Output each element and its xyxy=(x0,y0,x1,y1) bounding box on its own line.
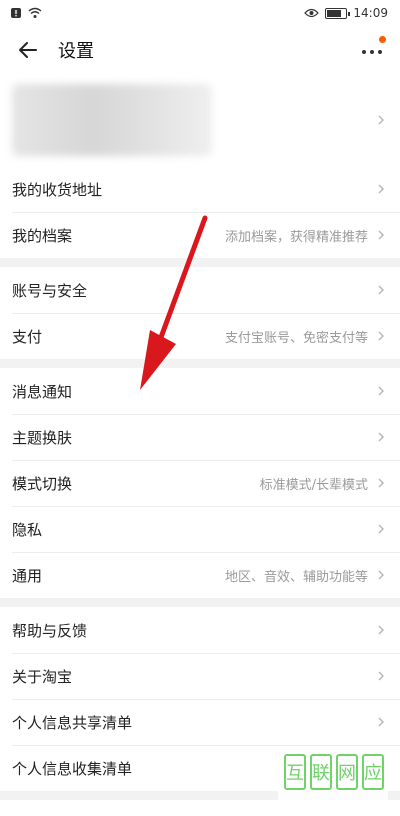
watermark-char: 互 xyxy=(284,754,306,790)
more-dot-icon xyxy=(362,50,366,54)
row-label: 账号与安全 xyxy=(12,281,88,300)
row-label: 关于淘宝 xyxy=(12,667,73,686)
status-bar: 14:09 xyxy=(0,0,400,26)
settings-row-info-sharing[interactable]: 个人信息共享清单 xyxy=(0,699,400,745)
watermark-char: 网 xyxy=(336,754,358,790)
row-label: 我的收货地址 xyxy=(12,180,103,199)
settings-row-address[interactable]: 我的收货地址 xyxy=(0,166,400,212)
preferences-group: 消息通知 主题换肤 模式切换 标准模式/长辈模式 隐私 通用 地区、音效、辅助功… xyxy=(0,368,400,598)
chevron-right-icon xyxy=(378,478,384,488)
settings-row-about[interactable]: 关于淘宝 xyxy=(0,653,400,699)
settings-row-profile[interactable]: 我的档案 添加档案，获得精准推荐 xyxy=(0,212,400,258)
row-hint: 标准模式/长辈模式 xyxy=(259,477,368,493)
arrow-left-icon xyxy=(19,42,37,58)
row-label: 通用 xyxy=(12,566,43,585)
row-label: 支付 xyxy=(12,327,43,346)
chevron-right-icon xyxy=(378,625,384,635)
back-button[interactable] xyxy=(14,36,42,64)
settings-row-privacy[interactable]: 隐私 xyxy=(0,506,400,552)
status-time: 14:09 xyxy=(353,6,388,20)
row-label: 帮助与反馈 xyxy=(12,621,88,640)
row-label: 主题换肤 xyxy=(12,428,73,447)
wifi-icon xyxy=(28,7,42,18)
row-label: 消息通知 xyxy=(12,382,73,401)
row-label: 个人信息收集清单 xyxy=(12,759,133,778)
settings-row-help-feedback[interactable]: 帮助与反馈 xyxy=(0,607,400,653)
watermark-char: 应 xyxy=(362,754,384,790)
row-label: 模式切换 xyxy=(12,474,73,493)
chevron-right-icon xyxy=(378,285,384,295)
page-title: 设置 xyxy=(58,41,94,62)
more-dot-icon xyxy=(378,50,382,54)
profile-row[interactable] xyxy=(0,74,400,166)
chevron-right-icon xyxy=(378,331,384,341)
chevron-right-icon xyxy=(378,184,384,194)
alert-icon xyxy=(11,8,21,18)
status-right: 14:09 xyxy=(304,6,388,20)
more-dot-icon xyxy=(370,50,374,54)
status-left xyxy=(10,7,42,19)
settings-row-account-security[interactable]: 账号与安全 xyxy=(0,267,400,313)
watermark-logo: 互 联 网 应 xyxy=(278,748,388,810)
profile-group: 我的收货地址 我的档案 添加档案，获得精准推荐 xyxy=(0,74,400,258)
chevron-right-icon xyxy=(378,386,384,396)
settings-row-mode[interactable]: 模式切换 标准模式/长辈模式 xyxy=(0,460,400,506)
more-button[interactable] xyxy=(358,36,386,62)
notification-badge xyxy=(379,36,386,43)
chevron-right-icon xyxy=(378,570,384,580)
row-label: 个人信息共享清单 xyxy=(12,713,133,732)
chevron-right-icon xyxy=(378,717,384,727)
battery-icon xyxy=(325,7,351,19)
row-label: 隐私 xyxy=(12,520,43,539)
chevron-right-icon xyxy=(378,671,384,681)
settings-row-notifications[interactable]: 消息通知 xyxy=(0,368,400,414)
chevron-right-icon xyxy=(378,524,384,534)
watermark-char: 联 xyxy=(310,754,332,790)
row-hint: 地区、音效、辅助功能等 xyxy=(224,569,368,585)
blurred-profile-info xyxy=(12,84,212,156)
row-hint: 支付宝账号、免密支付等 xyxy=(224,330,368,346)
settings-row-general[interactable]: 通用 地区、音效、辅助功能等 xyxy=(0,552,400,598)
row-hint: 添加档案，获得精准推荐 xyxy=(224,229,368,245)
chevron-right-icon xyxy=(378,230,384,240)
settings-row-payment[interactable]: 支付 支付宝账号、免密支付等 xyxy=(0,313,400,359)
settings-row-theme[interactable]: 主题换肤 xyxy=(0,414,400,460)
chevron-right-icon xyxy=(378,432,384,442)
nav-bar: 设置 xyxy=(0,26,400,74)
account-group: 账号与安全 支付 支付宝账号、免密支付等 xyxy=(0,267,400,359)
row-label: 我的档案 xyxy=(12,226,73,245)
chevron-right-icon xyxy=(378,115,384,125)
eye-icon xyxy=(304,8,320,18)
